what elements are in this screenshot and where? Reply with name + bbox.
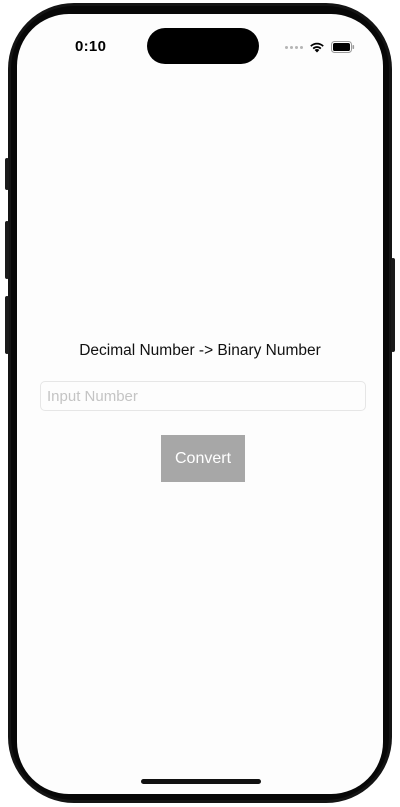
signal-dots-icon — [285, 45, 303, 49]
dynamic-island — [147, 28, 259, 64]
volume-down-button — [5, 296, 9, 354]
status-icons — [285, 40, 355, 54]
number-input[interactable] — [40, 381, 366, 411]
power-button — [391, 258, 395, 352]
wifi-icon — [310, 42, 324, 53]
status-time: 0:10 — [75, 38, 107, 55]
page-title: Decimal Number -> Binary Number — [79, 342, 321, 359]
action-button — [5, 158, 9, 190]
convert-button[interactable]: Convert — [161, 435, 245, 482]
home-indicator[interactable] — [141, 779, 261, 784]
app-screen: 0:10 Decimal Number -> Binary Number Con… — [17, 14, 383, 794]
volume-up-button — [5, 221, 9, 279]
battery-icon — [331, 41, 355, 53]
